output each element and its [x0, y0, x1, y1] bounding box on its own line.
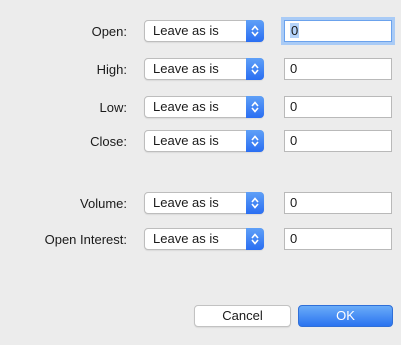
high-mode-popup[interactable]: Leave as is: [144, 58, 264, 80]
low-row: Low: Leave as is 0: [0, 96, 401, 120]
open-interest-mode-value: Leave as is: [153, 231, 219, 246]
volume-label: Volume:: [80, 196, 127, 211]
open-row: Open: Leave as is 0: [0, 20, 401, 44]
popup-arrows-icon: [246, 130, 264, 152]
low-mode-popup[interactable]: Leave as is: [144, 96, 264, 118]
close-value-field[interactable]: 0: [284, 130, 392, 152]
popup-arrows-icon: [246, 20, 264, 42]
high-value-field[interactable]: 0: [284, 58, 392, 80]
close-label: Close:: [90, 134, 127, 149]
volume-value-text: 0: [290, 195, 298, 210]
high-mode-value: Leave as is: [153, 61, 219, 76]
open-interest-mode-popup[interactable]: Leave as is: [144, 228, 264, 250]
open-label: Open:: [91, 24, 127, 39]
cancel-button[interactable]: Cancel: [194, 305, 291, 327]
ok-button[interactable]: OK: [298, 305, 393, 327]
volume-mode-value: Leave as is: [153, 195, 219, 210]
low-mode-value: Leave as is: [153, 99, 219, 114]
high-value-text: 0: [290, 61, 298, 76]
close-row: Close: Leave as is 0: [0, 130, 401, 154]
open-interest-value-text: 0: [290, 231, 298, 246]
popup-arrows-icon: [246, 58, 264, 80]
popup-arrows-icon: [246, 192, 264, 214]
low-value-text: 0: [290, 99, 298, 114]
volume-mode-popup[interactable]: Leave as is: [144, 192, 264, 214]
order-settings-dialog: { "fields": [ { "label": "Open:", "mode"…: [0, 0, 401, 345]
low-label: Low:: [99, 100, 127, 115]
volume-value-field[interactable]: 0: [284, 192, 392, 214]
close-mode-popup[interactable]: Leave as is: [144, 130, 264, 152]
open-interest-label: Open Interest:: [44, 232, 127, 247]
open-mode-popup[interactable]: Leave as is: [144, 20, 264, 42]
open-interest-row: Open Interest: Leave as is 0: [0, 228, 401, 252]
open-mode-value: Leave as is: [153, 23, 219, 38]
low-value-field[interactable]: 0: [284, 96, 392, 118]
open-value-text: 0: [290, 23, 300, 38]
close-value-text: 0: [290, 133, 298, 148]
high-label: High:: [96, 62, 127, 77]
open-value-field[interactable]: 0: [284, 20, 392, 42]
high-row: High: Leave as is 0: [0, 58, 401, 82]
popup-arrows-icon: [246, 228, 264, 250]
close-mode-value: Leave as is: [153, 133, 219, 148]
volume-row: Volume: Leave as is 0: [0, 192, 401, 216]
popup-arrows-icon: [246, 96, 264, 118]
open-interest-value-field[interactable]: 0: [284, 228, 392, 250]
